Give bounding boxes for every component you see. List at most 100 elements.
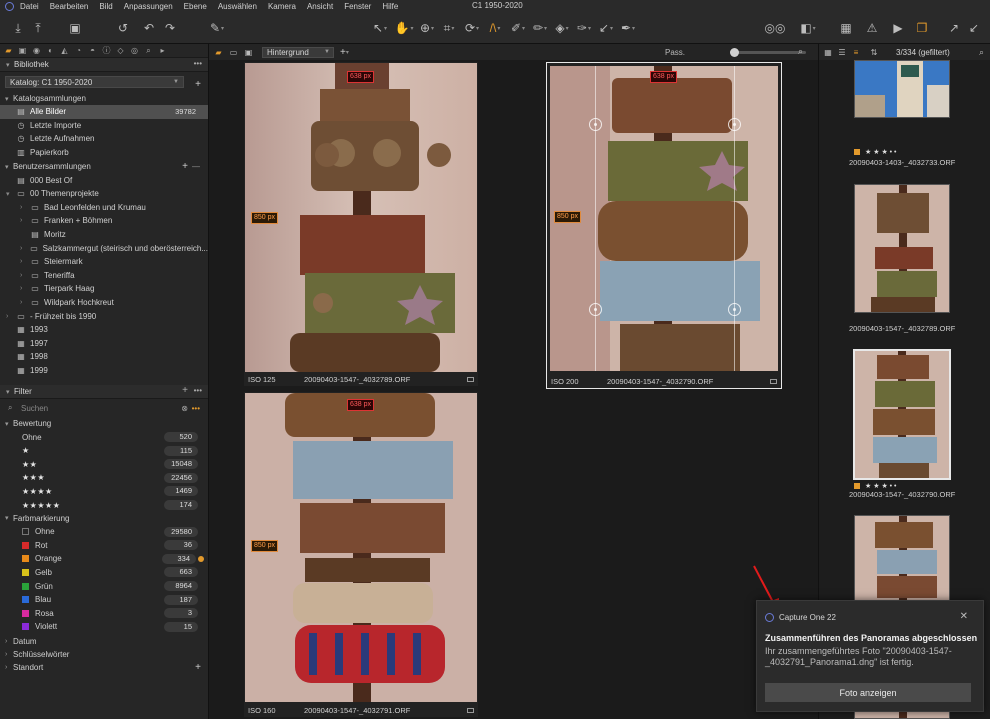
menu-auswaehlen[interactable]: Auswählen xyxy=(218,2,257,11)
viewer-image-1[interactable]: 638 px 850 px ISO 125 20090403-1547-_403… xyxy=(244,62,478,386)
viewer-image-3[interactable]: 638 px 850 px ISO 160 20090403-1547-_403… xyxy=(244,392,478,717)
collection-item[interactable]: › ▭ - Frühzeit bis 1990 xyxy=(0,309,208,323)
menu-ansicht[interactable]: Ansicht xyxy=(307,2,333,11)
filmstrip-icon[interactable]: ≡ xyxy=(851,48,861,57)
rating-stars[interactable]: ★ ★ ★ • • xyxy=(854,148,897,156)
layer-select[interactable]: Hintergrund ▼ xyxy=(262,46,334,58)
keystone-icon[interactable]: /\ ▾ xyxy=(487,20,503,36)
menu-ebene[interactable]: Ebene xyxy=(184,2,207,11)
filter-search[interactable]: ⌕ Suchen ⊗ ••• xyxy=(8,402,200,415)
crop-icon[interactable]: ⌗ ▾ xyxy=(441,20,457,36)
collection-item[interactable]: ▦ 1998 xyxy=(0,350,208,364)
collection-item[interactable]: ▦ 1993 xyxy=(0,323,208,337)
brush-icon[interactable]: ✏ ▾ xyxy=(532,20,548,36)
annotate-icon[interactable]: ↙ ▾ xyxy=(598,20,614,36)
zoom-icon[interactable]: ⊕ ▾ xyxy=(419,20,435,36)
camera-icon[interactable]: ▣ xyxy=(67,20,83,36)
chevron-down-icon[interactable]: ▾ xyxy=(6,190,14,198)
library-tab-icon[interactable]: ▰ xyxy=(3,46,14,55)
redo-icon[interactable]: ↷ xyxy=(162,20,178,36)
multi-view-icon[interactable]: ▣ xyxy=(243,48,254,57)
chevron-right-icon[interactable]: › xyxy=(20,245,27,252)
color-filter-item[interactable]: Grün 8964 xyxy=(0,579,208,593)
catalog-item[interactable]: ◷ Letzte Aufnahmen xyxy=(0,132,208,146)
collection-item[interactable]: › ▭ Salzkammergut (steirisch und oberöster… xyxy=(0,241,208,255)
catalog-select[interactable]: Katalog: C1 1950-2020 ▼ xyxy=(5,76,184,88)
warning-icon[interactable]: ⚠ xyxy=(864,20,880,36)
clone-icon[interactable]: ✑ ▾ xyxy=(576,20,592,36)
menu-bearbeiten[interactable]: Bearbeiten xyxy=(50,2,89,11)
magic-wand-icon[interactable]: ✎ ▾ xyxy=(209,20,225,36)
color-filter-item[interactable]: Ohne 29580 xyxy=(0,525,208,539)
import-icon[interactable]: ⤓ xyxy=(10,20,26,36)
grid-view-icon[interactable]: ▦ xyxy=(838,20,854,36)
zoom-slider[interactable] xyxy=(730,51,806,54)
search-options-icon[interactable]: ••• xyxy=(192,404,200,413)
rating-filter-item[interactable]: ★★ 15048 xyxy=(0,457,208,471)
collection-item[interactable]: › ▭ Bad Leonfelden und Krumau xyxy=(0,201,208,215)
collection-item[interactable]: › ▭ Steiermark xyxy=(0,255,208,269)
sort-icon[interactable]: ⇅ xyxy=(869,48,879,57)
keywords-header[interactable]: › Schlüsselwörter xyxy=(0,648,208,661)
panorama-guide-left[interactable] xyxy=(595,66,596,371)
collection-item[interactable]: ▦ 1999 xyxy=(0,364,208,378)
edit-with-icon[interactable]: ↗ xyxy=(946,20,962,36)
chevron-right-icon[interactable]: › xyxy=(20,204,28,211)
date-header[interactable]: › Datum xyxy=(0,635,208,648)
color-filter-item[interactable]: Orange 334 xyxy=(0,552,208,566)
search-icon[interactable]: ⌕ xyxy=(979,47,984,58)
compare-icon[interactable]: ◧ ▾ xyxy=(800,20,816,36)
live-view-icon[interactable]: ▶ xyxy=(890,20,906,36)
stack-icon[interactable]: ❐ xyxy=(914,20,930,36)
color-tab-icon[interactable]: ◐ xyxy=(45,46,56,55)
folder-icon[interactable]: ▰ xyxy=(213,48,224,57)
catalog-item[interactable]: ◷ Letzte Importe xyxy=(0,119,208,133)
location-header[interactable]: › Standort + xyxy=(0,661,208,674)
rating-header[interactable]: ▾ Bewertung xyxy=(0,417,208,430)
chevron-right-icon[interactable]: › xyxy=(20,258,28,265)
capture-tab-icon[interactable]: ▣ xyxy=(17,46,28,55)
clear-search-icon[interactable]: ⊗ xyxy=(181,404,188,413)
undo-icon[interactable]: ↶ xyxy=(141,20,157,36)
rating-filter-item[interactable]: ★★★ 22456 xyxy=(0,471,208,485)
grid-icon[interactable]: ▦ xyxy=(823,48,833,57)
collection-item[interactable]: ▦ 1997 xyxy=(0,337,208,351)
close-icon[interactable]: ✕ xyxy=(960,611,968,622)
color-filter-item[interactable]: Rosa 3 xyxy=(0,606,208,620)
more-tabs-icon[interactable]: ▸ xyxy=(157,46,168,55)
chevron-right-icon[interactable]: › xyxy=(20,285,28,292)
detail-tab-icon[interactable]: ◔ xyxy=(73,46,84,55)
chevron-right-icon[interactable]: › xyxy=(20,299,28,306)
output-tab-icon[interactable]: ◎ xyxy=(129,46,140,55)
rating-filter-item[interactable]: ★ 115 xyxy=(0,444,208,458)
select-cursor-icon[interactable]: ↖ ▾ xyxy=(372,20,388,36)
menu-kamera[interactable]: Kamera xyxy=(268,2,296,11)
batch-tab-icon[interactable]: ◇ xyxy=(115,46,126,55)
color-filter-item[interactable]: Rot 36 xyxy=(0,538,208,552)
list-icon[interactable]: ☰ xyxy=(837,48,847,57)
collection-item[interactable]: › ▭ Tierpark Haag xyxy=(0,282,208,296)
chevron-right-icon[interactable]: › xyxy=(20,272,28,279)
chevron-right-icon[interactable]: › xyxy=(6,313,14,320)
collection-item[interactable]: › ▭ Franken + Böhmen xyxy=(0,214,208,228)
color-tag-header[interactable]: ▾ Farbmarkierung xyxy=(0,512,208,525)
color-filter-item[interactable]: Violett 15 xyxy=(0,620,208,634)
glasses-icon[interactable]: ◎◎ xyxy=(764,20,786,36)
pan-hand-icon[interactable]: ✋ ▾ xyxy=(395,20,414,36)
color-filter-item[interactable]: Blau 187 xyxy=(0,593,208,607)
zoom-icon[interactable]: ⌕ xyxy=(798,46,803,57)
collection-item[interactable]: ▤ 000 Best Of xyxy=(0,173,208,187)
show-photo-button[interactable]: Foto anzeigen xyxy=(765,683,971,702)
collection-item[interactable]: ▤ Moritz xyxy=(0,228,208,242)
single-view-icon[interactable]: ▭ xyxy=(228,48,239,57)
pen-icon[interactable]: ✒ ▾ xyxy=(620,20,636,36)
collection-item[interactable]: ▾ ▭ 00 Themenprojekte xyxy=(0,187,208,201)
open-with-icon[interactable]: ↙ xyxy=(966,20,982,36)
guide-handle-top-left[interactable] xyxy=(589,118,602,131)
reset-icon[interactable]: ↺ xyxy=(115,20,131,36)
guide-handle-bottom-left[interactable] xyxy=(589,303,602,316)
add-collection-icon[interactable]: + xyxy=(182,161,188,172)
menu-hilfe[interactable]: Hilfe xyxy=(382,2,398,11)
panorama-guide-right[interactable] xyxy=(734,66,735,371)
collection-item[interactable]: › ▭ Wildpark Hochkreut xyxy=(0,296,208,310)
